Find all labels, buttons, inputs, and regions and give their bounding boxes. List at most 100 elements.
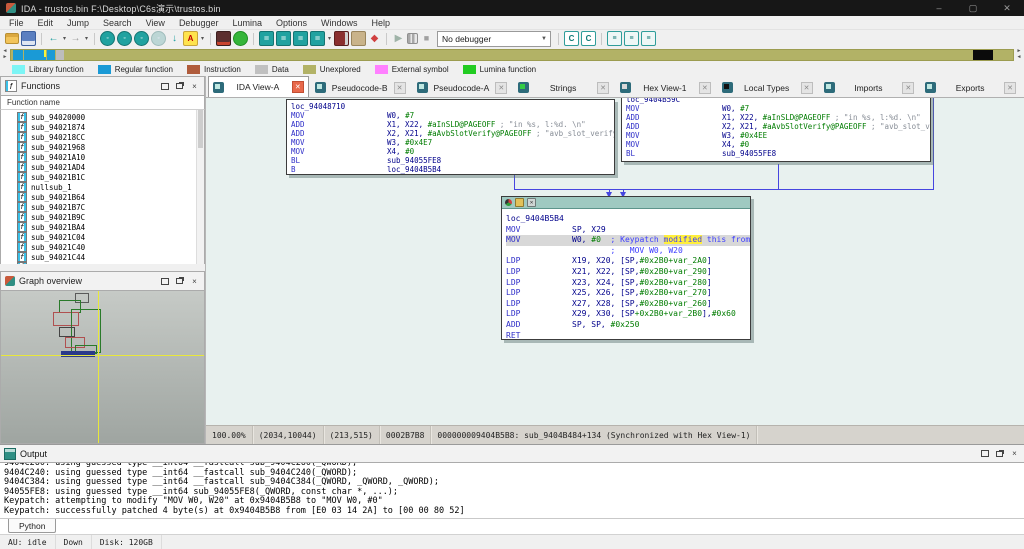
tab-close-icon[interactable]: ✕ <box>801 82 813 94</box>
tab-close-icon[interactable]: ✕ <box>292 81 304 93</box>
functions-close-button[interactable]: × <box>189 81 200 92</box>
overview-maximize-button[interactable] <box>159 276 170 287</box>
menu-file[interactable]: File <box>2 18 31 28</box>
function-list-item[interactable]: fsub_94021B7C <box>1 202 204 212</box>
tab-imports[interactable]: Imports✕ <box>819 77 920 97</box>
menu-options[interactable]: Options <box>269 18 314 28</box>
asm-line[interactable]: LDPX29, X30, [SP+0x2B0+var_2B0],#0x60 <box>506 309 750 320</box>
block-patch-icon[interactable] <box>515 198 524 207</box>
asm-line[interactable]: ADDX1, X22, #aInSLD@PAGEOFF ; "in %s, l:… <box>291 120 614 129</box>
menu-view[interactable]: View <box>139 18 172 28</box>
function-list-item[interactable]: fsub_94021C40 <box>1 242 204 252</box>
dropdown-caret-icon[interactable]: ▾ <box>61 35 68 42</box>
function-list-item[interactable]: fsub_94021B64 <box>1 192 204 202</box>
jump-by-address-icon[interactable]: ◦ <box>100 31 115 46</box>
asm-label-line[interactable]: loc_9404B5B4 <box>506 214 750 225</box>
block-group-icon[interactable]: ✕ <box>527 198 536 207</box>
asm-line[interactable]: LDPX25, X26, [SP,#0x2B0+var_270] <box>506 288 750 299</box>
tab-close-icon[interactable]: ✕ <box>394 82 406 94</box>
panel-splitter[interactable] <box>0 264 205 271</box>
basic-block-loc-9404B5B4[interactable]: ✕ loc_9404B5B4MOVSP, X29MOVW0, #0 ; Keyp… <box>501 196 751 340</box>
function-list-item[interactable]: fsub_94021A10 <box>1 152 204 162</box>
function-name-column-header[interactable]: Function name <box>0 96 205 110</box>
produce-c-file-icon[interactable]: C <box>564 31 579 46</box>
tab-close-icon[interactable]: ✕ <box>597 82 609 94</box>
function-list-item[interactable]: fsub_94021B9C <box>1 212 204 222</box>
menu-edit[interactable]: Edit <box>31 18 61 28</box>
dropdown-caret-icon[interactable]: ▾ <box>83 35 90 42</box>
basic-block-loc-94048710[interactable]: loc_94048710MOVW0, #7ADDX1, X22, #aInSLD… <box>286 99 615 175</box>
attach-process-icon[interactable] <box>351 31 366 46</box>
basic-block-loc-9404B59C[interactable]: loc_9404B59CMOVW0, #7ADDX1, X22, #aInSLD… <box>621 98 931 162</box>
forward-icon[interactable]: → <box>69 32 82 45</box>
navband-right-arrows-icon[interactable]: ►◄ <box>1015 48 1023 60</box>
tab-hex-view-1[interactable]: Hex View-1✕ <box>615 77 716 97</box>
python-cli-tab[interactable]: Python <box>8 519 56 533</box>
tab-close-icon[interactable]: ✕ <box>1004 82 1016 94</box>
jump-function-icon[interactable]: ◦ <box>134 31 149 46</box>
tab-local-types[interactable]: Local Types✕ <box>717 77 818 97</box>
graph-canvas[interactable]: loc_94048710MOVW0, #7ADDX1, X22, #aInSLD… <box>206 98 1024 425</box>
menu-jump[interactable]: Jump <box>60 18 96 28</box>
tab-close-icon[interactable]: ✕ <box>902 82 914 94</box>
function-list-item[interactable]: fsub_94021BA4 <box>1 222 204 232</box>
open-file-icon[interactable] <box>5 33 19 44</box>
menu-debugger[interactable]: Debugger <box>172 18 226 28</box>
navband-track[interactable] <box>10 49 1014 61</box>
jump-by-name-icon[interactable]: ◦ <box>117 31 132 46</box>
produce-header-icon[interactable]: C <box>581 31 596 46</box>
asm-line[interactable]: MOVW0, #0 ; Keypatch modified this from: <box>506 235 750 246</box>
functions-maximize-button[interactable] <box>159 81 170 92</box>
asm-line[interactable]: ; MOV W0, W20 <box>506 246 750 257</box>
function-list-item[interactable]: fsub_940218CC <box>1 132 204 142</box>
function-list-item[interactable]: fnullsub_1 <box>1 182 204 192</box>
output-float-button[interactable] <box>994 448 1005 459</box>
pause-process-icon[interactable] <box>407 33 418 44</box>
tab-pseudocode-b[interactable]: Pseudocode-B✕ <box>310 77 411 97</box>
function-list-item[interactable]: fsub_94021B1C <box>1 172 204 182</box>
debugger-breakpoints-icon[interactable]: ≣ <box>293 31 308 46</box>
overview-float-button[interactable] <box>174 276 185 287</box>
asm-line[interactable]: ADDX2, X21, #aAvbSlotVerify@PAGEOFF ; "a… <box>626 122 930 131</box>
tab-close-icon[interactable]: ✕ <box>699 82 711 94</box>
asm-line[interactable]: ADDSP, SP, #0x250 <box>506 320 750 331</box>
function-list-item[interactable]: fsub_94020000 <box>1 112 204 122</box>
function-list-item[interactable]: fsub_94021C74 <box>1 262 204 264</box>
asm-line[interactable]: BLsub_94055FE8 <box>626 149 930 158</box>
graph-overview-minimap[interactable] <box>0 291 205 444</box>
function-list-scrollbar[interactable] <box>196 110 204 264</box>
output-maximize-button[interactable] <box>979 448 990 459</box>
menu-windows[interactable]: Windows <box>314 18 365 28</box>
jump-recent-icon[interactable]: ◦ <box>151 31 166 46</box>
asm-line[interactable]: MOVX4, #0 <box>291 147 614 156</box>
tab-exports[interactable]: Exports✕ <box>920 77 1021 97</box>
func-callers-icon[interactable]: ≡ <box>624 31 639 46</box>
debugger-modules-icon[interactable]: ≣ <box>276 31 291 46</box>
menu-help[interactable]: Help <box>365 18 398 28</box>
asm-line[interactable]: ADDX2, X21, #aAvbSlotVerify@PAGEOFF ; "a… <box>291 129 614 138</box>
output-close-button[interactable]: × <box>1009 448 1020 459</box>
overview-close-button[interactable]: × <box>189 276 200 287</box>
reanalyze-icon[interactable] <box>233 31 248 46</box>
function-list-item[interactable]: fsub_94021968 <box>1 142 204 152</box>
functions-float-button[interactable] <box>174 81 185 92</box>
start-process-icon[interactable]: ▶ <box>392 32 405 45</box>
function-list-item[interactable]: fsub_94021C04 <box>1 232 204 242</box>
text-search-icon[interactable]: A <box>183 31 198 46</box>
navigation-band[interactable]: ◄► ►◄ <box>0 47 1024 63</box>
debugger-selector[interactable]: No debugger▼ <box>437 31 551 47</box>
menu-search[interactable]: Search <box>96 18 139 28</box>
save-icon[interactable] <box>21 31 36 46</box>
asm-line[interactable]: LDPX21, X22, [SP,#0x2B0+var_290] <box>506 267 750 278</box>
asm-line[interactable]: MOVW3, #0x4E7 <box>291 138 614 147</box>
tab-pseudocode-a[interactable]: Pseudocode-A✕ <box>412 77 513 97</box>
function-list-item[interactable]: fsub_94021AD4 <box>1 162 204 172</box>
jump-xref-icon[interactable]: ↓ <box>168 32 181 45</box>
asm-line[interactable]: LDPX23, X24, [SP,#0x2B0+var_280] <box>506 278 750 289</box>
asm-line[interactable]: LDPX19, X20, [SP,#0x2B0+var_2A0] <box>506 256 750 267</box>
tab-ida-view-a[interactable]: IDA View-A✕ <box>208 76 309 97</box>
func-calls-icon[interactable]: ≡ <box>607 31 622 46</box>
asm-line[interactable]: MOVSP, X29 <box>506 225 750 236</box>
asm-line[interactable]: MOVW0, #7 <box>626 104 930 113</box>
function-list-item[interactable]: fsub_94021874 <box>1 122 204 132</box>
